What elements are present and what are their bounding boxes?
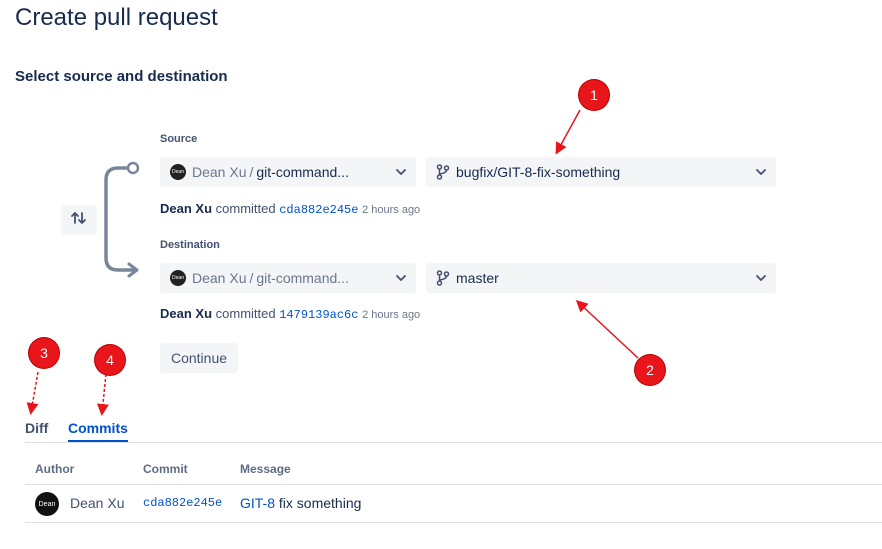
row-message: GIT-8 fix something [240, 495, 361, 511]
destination-branch-name: master [456, 270, 499, 286]
repo-name: git-command... [256, 164, 349, 180]
issue-link[interactable]: GIT-8 [240, 495, 275, 511]
repo-owner: Dean Xu [192, 164, 247, 180]
commit-verb: committed [215, 306, 276, 321]
column-header-message: Message [240, 462, 291, 476]
source-branch-select[interactable]: bugfix/GIT-8-fix-something [426, 157, 776, 187]
commit-author: Dean Xu [160, 306, 213, 321]
branch-icon [436, 164, 450, 180]
avatar: Dean [35, 492, 59, 516]
column-header-commit: Commit [143, 462, 188, 476]
branch-icon [436, 270, 450, 286]
source-label: Source [160, 133, 198, 145]
repo-separator: / [249, 164, 254, 180]
chevron-down-icon [396, 164, 406, 180]
avatar: Dean [170, 164, 186, 180]
swap-source-destination-button[interactable] [61, 205, 97, 235]
destination-commit-info: Dean Xu committed 1479139ac6c 2 hours ag… [160, 306, 420, 322]
row-author: Dean Xu [70, 495, 125, 511]
annotation-badge-1: 1 [579, 80, 609, 110]
annotation-badge-4: 4 [95, 345, 125, 375]
annotation-badge-3: 3 [29, 338, 59, 368]
chevron-down-icon [396, 270, 406, 286]
chevron-down-icon [756, 270, 766, 286]
tab-bar: Diff Commits [25, 418, 882, 443]
annotation-badge-2: 2 [635, 355, 665, 385]
tab-diff[interactable]: Diff [25, 420, 48, 436]
source-commit-info: Dean Xu committed cda882e245e 2 hours ag… [160, 201, 420, 217]
message-text: fix something [278, 495, 362, 511]
repo-name: git-command... [256, 270, 349, 286]
continue-button[interactable]: Continue [160, 343, 238, 373]
commit-time: 2 hours ago [362, 309, 421, 321]
source-branch-name: bugfix/GIT-8-fix-something [456, 164, 621, 180]
commit-time: 2 hours ago [362, 204, 421, 216]
tab-commits[interactable]: Commits [68, 420, 128, 442]
section-title: Select source and destination [15, 68, 228, 85]
destination-label: Destination [160, 239, 220, 251]
destination-repo-select[interactable]: Dean Dean Xu / git-command... [160, 263, 416, 293]
commit-hash-link[interactable]: cda882e245e [279, 203, 358, 217]
avatar: Dean [170, 270, 186, 286]
chevron-down-icon [756, 164, 766, 180]
commit-verb: committed [215, 201, 276, 216]
row-commit-hash-link[interactable]: cda882e245e [143, 496, 222, 510]
destination-branch-select[interactable]: master [426, 263, 776, 293]
commit-hash-link[interactable]: 1479139ac6c [279, 308, 358, 322]
source-repo-select[interactable]: Dean Dean Xu / git-command... [160, 157, 416, 187]
repo-separator: / [249, 270, 254, 286]
column-header-author: Author [35, 462, 75, 476]
commit-author: Dean Xu [160, 201, 213, 216]
table-row: Dean Dean Xu cda882e245e GIT-8 fix somet… [25, 485, 882, 523]
page-title: Create pull request [15, 4, 218, 31]
swap-arrows-icon [71, 211, 87, 230]
repo-owner: Dean Xu [192, 270, 247, 286]
